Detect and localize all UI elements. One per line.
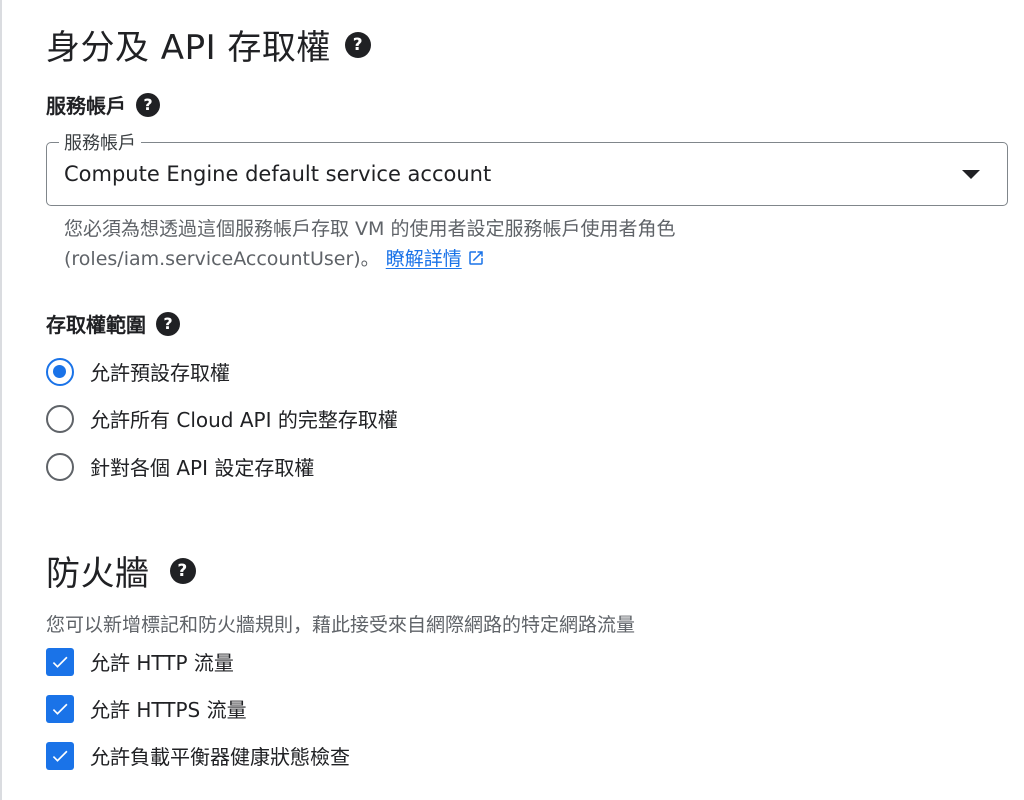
checkbox-label: 允許 HTTP 流量 (90, 651, 234, 675)
dropdown-arrow-icon[interactable] (962, 170, 980, 179)
service-account-helper-text: 您必須為想透過這個服務帳戶存取 VM 的使用者設定服務帳戶使用者角色 (role… (64, 214, 964, 274)
page: 身分及 API 存取權 ? 服務帳戶 ? 服務帳戶 Compute Engine… (0, 0, 1024, 800)
open-in-new-icon (468, 251, 483, 265)
identity-section-title: 身分及 API 存取權 ? (46, 20, 371, 69)
service-account-heading: 服務帳戶 ? (46, 90, 160, 119)
firewall-section-title-text: 防火牆 (46, 554, 150, 594)
service-account-select[interactable]: 服務帳戶 Compute Engine default service acco… (46, 129, 1008, 206)
service-account-heading-text: 服務帳戶 (46, 94, 126, 118)
radio-default-access[interactable]: 允許預設存取權 (46, 357, 230, 386)
firewall-description: 您可以新增標記和防火牆規則，藉此接受來自網際網路的特定網路流量 (46, 614, 636, 636)
access-scopes-heading-text: 存取權範圍 (46, 313, 146, 337)
checkbox-checked[interactable] (46, 694, 74, 723)
help-icon[interactable]: ? (136, 92, 160, 117)
firewall-section-title: 防火牆 ? (46, 546, 196, 595)
radio-label: 允許預設存取權 (90, 361, 230, 385)
checkbox-checked[interactable] (46, 741, 74, 770)
helper-line-1: 您必須為想透過這個服務帳戶存取 VM 的使用者設定服務帳戶使用者角色 (64, 218, 676, 240)
help-icon[interactable]: ? (344, 31, 371, 58)
radio-label: 允許所有 Cloud API 的完整存取權 (90, 408, 398, 432)
checkbox-label: 允許 HTTPS 流量 (90, 698, 247, 722)
checkbox-label: 允許負載平衡器健康狀態檢查 (90, 745, 350, 769)
identity-section-title-text: 身分及 API 存取權 (46, 28, 331, 68)
checkbox-allow-http[interactable]: 允許 HTTP 流量 (46, 647, 234, 676)
radio-button[interactable] (46, 404, 74, 433)
help-icon[interactable]: ? (156, 311, 180, 336)
checkmark-icon (52, 656, 68, 668)
checkbox-checked[interactable] (46, 647, 74, 676)
learn-more-link[interactable]: 瞭解詳情 (386, 248, 485, 270)
service-account-field-label: 服務帳戶 (59, 129, 141, 155)
radio-per-api-access[interactable]: 針對各個 API 設定存取權 (46, 452, 314, 481)
left-border (0, 0, 2, 800)
radio-button-selected[interactable] (46, 357, 74, 386)
radio-button[interactable] (46, 452, 74, 481)
helper-line-2: (roles/iam.serviceAccountUser)。 瞭解詳情 (64, 244, 964, 274)
help-icon[interactable]: ? (169, 557, 196, 584)
checkbox-allow-https[interactable]: 允許 HTTPS 流量 (46, 694, 247, 723)
radio-label: 針對各個 API 設定存取權 (90, 456, 315, 480)
service-account-selected-value: Compute Engine default service account (64, 162, 492, 186)
checkmark-icon (52, 750, 68, 762)
checkmark-icon (52, 703, 68, 715)
access-scopes-heading: 存取權範圍 ? (46, 309, 180, 338)
checkbox-allow-lb-health-checks[interactable]: 允許負載平衡器健康狀態檢查 (46, 741, 350, 770)
radio-full-cloud-api-access[interactable]: 允許所有 Cloud API 的完整存取權 (46, 404, 398, 433)
learn-more-link-text: 瞭解詳情 (385, 248, 462, 270)
helper-role-text: (roles/iam.serviceAccountUser)。 (64, 248, 380, 270)
